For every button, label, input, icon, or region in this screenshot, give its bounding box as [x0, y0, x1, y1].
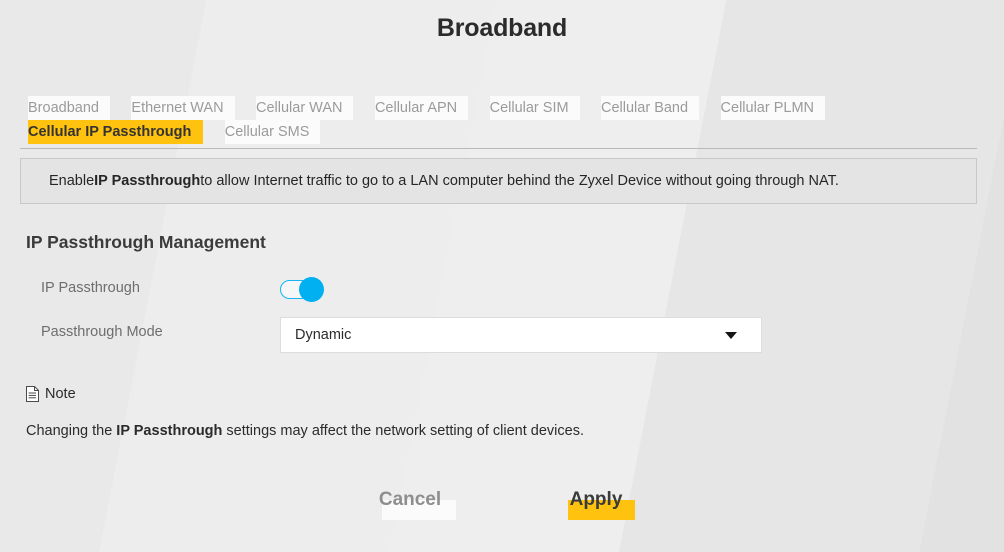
tab-cellular-sms[interactable]: Cellular SMS [224, 120, 321, 144]
cancel-button-label: Cancel [378, 489, 442, 510]
tab-bar-divider [20, 148, 977, 149]
note-suffix: settings may affect the network setting … [222, 423, 584, 439]
apply-button-label: Apply [569, 489, 623, 510]
info-banner-suffix: to allow Internet traffic to go to a LAN… [200, 173, 839, 189]
field-row-ip-passthrough: IP Passthrough [0, 276, 1004, 310]
chevron-down-icon [725, 331, 737, 339]
ip-passthrough-toggle[interactable] [280, 277, 324, 302]
passthrough-mode-label: Passthrough Mode [41, 324, 163, 340]
tab-row-secondary: Cellular IP Passthrough Cellular SMS [28, 120, 976, 144]
note-body: Changing the IP Passthrough settings may… [26, 423, 584, 439]
tab-cellular-apn[interactable]: Cellular APN [374, 96, 469, 120]
tab-row-primary: Broadband Ethernet WAN Cellular WAN Cell… [28, 96, 976, 120]
note-heading-label: Note [45, 386, 76, 402]
info-banner: Enable IP Passthrough to allow Internet … [20, 158, 977, 204]
info-banner-strong: IP Passthrough [94, 173, 201, 189]
apply-button[interactable]: Apply [558, 481, 635, 520]
field-row-passthrough-mode: Passthrough Mode Dynamic [0, 317, 1004, 354]
page-title: Broadband [436, 14, 568, 42]
tab-broadband[interactable]: Broadband [28, 96, 110, 120]
tab-cellular-wan[interactable]: Cellular WAN [256, 96, 354, 120]
tab-cellular-ip-passthrough[interactable]: Cellular IP Passthrough [28, 120, 204, 144]
note-prefix: Changing the [26, 423, 117, 439]
note-strong: IP Passthrough [116, 423, 223, 439]
tab-ethernet-wan[interactable]: Ethernet WAN [131, 96, 235, 120]
passthrough-mode-value: Dynamic [295, 327, 352, 343]
tab-cellular-sim[interactable]: Cellular SIM [489, 96, 580, 120]
section-title: IP Passthrough Management [26, 232, 266, 252]
page-background: Broadband Broadband Ethernet WAN Cellula… [0, 0, 1004, 552]
toggle-knob [299, 277, 324, 302]
passthrough-mode-select[interactable]: Dynamic [280, 317, 762, 353]
note-heading: Note [26, 386, 76, 402]
tab-bar: Broadband Ethernet WAN Cellular WAN Cell… [28, 96, 976, 144]
ip-passthrough-label: IP Passthrough [41, 280, 140, 296]
tab-cellular-band[interactable]: Cellular Band [601, 96, 700, 120]
tab-cellular-plmn[interactable]: Cellular PLMN [720, 96, 826, 120]
document-icon [26, 386, 39, 402]
info-banner-prefix: Enable [49, 173, 95, 189]
cancel-button[interactable]: Cancel [366, 481, 456, 520]
